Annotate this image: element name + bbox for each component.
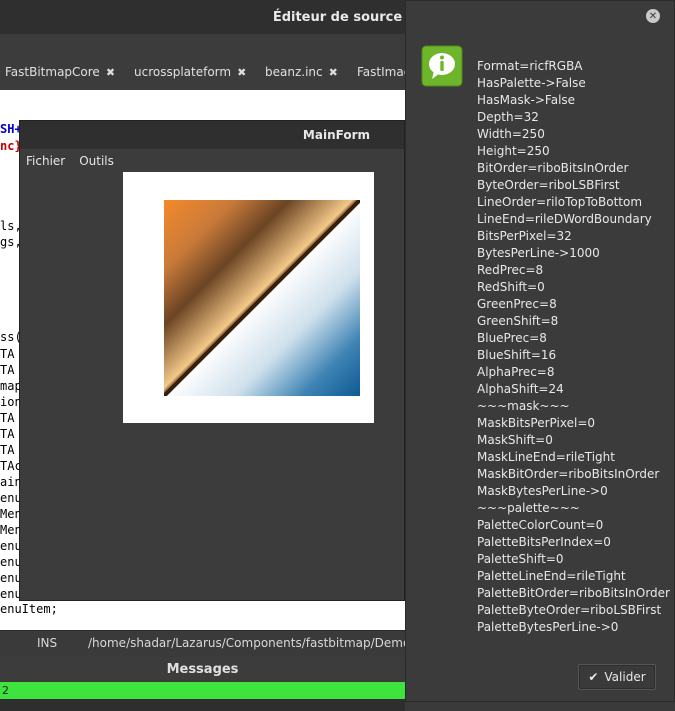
code-line: TA <box>0 443 15 457</box>
close-icon[interactable]: ✕ <box>646 9 660 23</box>
editor-statusbar: INS /home/shadar/Lazarus/Components/fast… <box>0 630 425 655</box>
validate-button[interactable]: ✔ Valider <box>578 664 656 690</box>
info-line: BytesPerLine->1000 <box>477 246 600 260</box>
info-line: BitsPerPixel=32 <box>477 229 572 243</box>
validate-label: Valider <box>604 670 646 684</box>
info-line: MaskShift=0 <box>477 433 553 447</box>
mainform-title: MainForm <box>302 128 370 142</box>
close-icon[interactable]: ✖ <box>106 66 115 79</box>
messages-panel-title: Messages <box>0 657 405 681</box>
tab-fastimag[interactable]: FastImag <box>357 62 411 82</box>
tab-fastbitmapcore[interactable]: FastBitmapCore ✖ <box>5 62 115 82</box>
info-line: PaletteColorCount=0 <box>477 518 604 532</box>
messages-line[interactable]: 2 <box>0 682 405 699</box>
info-line: RedPrec=8 <box>477 263 544 277</box>
info-line: MaskBytesPerLine->0 <box>477 484 608 498</box>
tab-label: FastBitmapCore <box>5 65 100 79</box>
menu-outils[interactable]: Outils <box>79 154 114 168</box>
messages-line-text: 2 <box>2 684 9 697</box>
info-line: HasPalette->False <box>477 76 586 90</box>
info-line: PaletteShift=0 <box>477 552 564 566</box>
info-line: BlueShift=16 <box>477 348 557 362</box>
menu-fichier[interactable]: Fichier <box>26 154 65 168</box>
info-line: Depth=32 <box>477 110 539 124</box>
info-line: PaletteByteOrder=riboLSBFirst <box>477 603 662 617</box>
info-line: PaletteBitOrder=riboBitsInOrder <box>477 586 670 600</box>
info-line: ByteOrder=riboLSBFirst <box>477 178 620 192</box>
info-dialog: ✕ Format=ricfRGBA HasPalette->False HasMas… <box>405 0 675 702</box>
insert-mode-indicator: INS <box>37 636 58 650</box>
info-speech-icon <box>421 45 463 87</box>
image-preview <box>123 172 374 423</box>
info-line: LineEnd=rileDWordBoundary <box>477 212 652 226</box>
info-line: Height=250 <box>477 144 550 158</box>
info-line: ~~~mask~~~ <box>477 399 570 413</box>
info-line: PaletteBytesPerLine->0 <box>477 620 619 634</box>
messages-title: Messages <box>166 661 239 677</box>
close-icon[interactable]: ✖ <box>329 66 338 79</box>
info-line: AlphaShift=24 <box>477 382 564 396</box>
mainform-titlebar[interactable]: MainForm <box>20 121 404 149</box>
mainform-window: MainForm Fichier Outils <box>19 120 405 601</box>
code-line: TA <box>0 411 15 425</box>
info-line: Format=ricfRGBA <box>477 59 583 73</box>
tab-label: beanz.inc <box>265 65 323 79</box>
mainform-menubar: Fichier Outils <box>20 149 410 173</box>
info-line: ~~~palette~~~ <box>477 501 580 515</box>
code-line: TA <box>0 427 15 441</box>
file-path: /home/shadar/Lazarus/Components/fastbitm… <box>88 636 426 650</box>
info-line: MaskLineEnd=rileTight <box>477 450 615 464</box>
code-line: TA <box>0 347 15 361</box>
info-line: MaskBitOrder=riboBitsInOrder <box>477 467 660 481</box>
messages-area <box>0 699 405 711</box>
info-text: Format=ricfRGBA HasPalette->False HasMask-… <box>477 58 670 636</box>
tab-beanz-inc[interactable]: beanz.inc ✖ <box>265 62 338 82</box>
info-line: PaletteLineEnd=rileTight <box>477 569 626 583</box>
info-line: MaskBitsPerPixel=0 <box>477 416 596 430</box>
info-line: GreenShift=8 <box>477 314 559 328</box>
code-line: TA <box>0 363 15 377</box>
gradient-image <box>164 200 360 396</box>
code-line: enuItem; <box>0 602 58 616</box>
tab-ucrossplateform[interactable]: ucrossplateform ✖ <box>134 62 246 82</box>
close-icon[interactable]: ✖ <box>237 66 246 79</box>
info-line: Width=250 <box>477 127 545 141</box>
info-line: BitOrder=riboBitsInOrder <box>477 161 629 175</box>
info-line: PaletteBitsPerIndex=0 <box>477 535 611 549</box>
tab-label: ucrossplateform <box>134 65 232 79</box>
info-line: RedShift=0 <box>477 280 545 294</box>
info-line: BluePrec=8 <box>477 331 547 345</box>
check-icon: ✔ <box>588 670 599 684</box>
editor-title: Éditeur de source <box>272 9 403 25</box>
info-line: GreenPrec=8 <box>477 297 557 311</box>
info-line: AlphaPrec=8 <box>477 365 555 379</box>
info-line: LineOrder=riloTopToBottom <box>477 195 643 209</box>
tab-label: FastImag <box>357 65 412 79</box>
info-line: HasMask->False <box>477 93 576 107</box>
